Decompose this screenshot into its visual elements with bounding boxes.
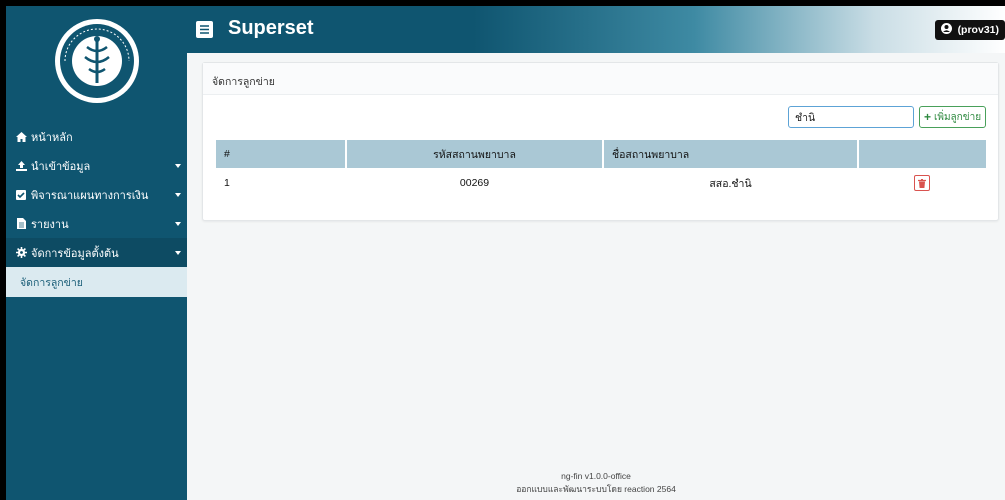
sidebar-item-label: รายงาน — [31, 218, 69, 231]
sidebar-item-finance-plan[interactable]: พิจารณาแผนทางการเงิน — [6, 180, 187, 209]
row-actions — [858, 168, 986, 198]
top-header: Superset (prov31) — [187, 6, 1005, 53]
sidebar: หน้าหลัก นำเข้าข้อมูล พิจารณาแผนทางการเง… — [6, 6, 187, 500]
card-title: จัดการลูกข่าย — [203, 63, 998, 95]
logo-area — [6, 6, 187, 116]
user-label: (prov31) — [957, 24, 999, 36]
sidebar-item-label: พิจารณาแผนทางการเงิน — [31, 189, 149, 202]
main-content: จัดการลูกข่าย + เพิ่มลูกข่าย # รหัสสถานพ… — [187, 53, 1005, 500]
search-input[interactable] — [788, 106, 914, 128]
app-title: Superset — [228, 17, 314, 39]
col-header-code: รหัสสถานพยาบาล — [346, 140, 604, 168]
trash-icon — [918, 178, 926, 188]
sidebar-item-label: จัดการข้อมูลตั้งต้น — [31, 247, 119, 260]
file-icon — [14, 218, 28, 229]
gear-icon — [14, 247, 28, 258]
home-icon — [14, 131, 28, 142]
check-square-icon — [14, 189, 28, 200]
chevron-down-icon — [169, 192, 187, 197]
delete-button[interactable] — [914, 175, 930, 191]
footer-credit: ออกแบบและพัฒนาระบบโดย reaction 2564 — [516, 484, 676, 494]
page-footer: ng-fin v1.0.0-office ออกแบบและพัฒนาระบบโ… — [187, 470, 1005, 496]
plus-icon: + — [923, 110, 931, 124]
col-header-actions — [858, 140, 986, 168]
hamburger-icon — [200, 25, 209, 34]
sidebar-nav: หน้าหลัก นำเข้าข้อมูล พิจารณาแผนทางการเง… — [6, 122, 187, 297]
clients-table: # รหัสสถานพยาบาล ชื่อสถานพยาบาล 1 00269 … — [216, 140, 986, 198]
col-header-number: # — [216, 140, 347, 168]
row-number: 1 — [224, 177, 230, 189]
chevron-down-icon — [169, 250, 187, 255]
upload-icon — [14, 160, 28, 171]
menu-toggle-button[interactable] — [196, 21, 213, 38]
manage-clients-card: จัดการลูกข่าย + เพิ่มลูกข่าย # รหัสสถานพ… — [202, 62, 999, 221]
user-circle-icon — [940, 23, 952, 37]
sidebar-item-reports[interactable]: รายงาน — [6, 209, 187, 238]
user-menu-button[interactable]: (prov31) — [934, 20, 1005, 40]
ministry-logo — [54, 19, 139, 103]
sidebar-item-import[interactable]: นำเข้าข้อมูล — [6, 151, 187, 180]
app-window: หน้าหลัก นำเข้าข้อมูล พิจารณาแผนทางการเง… — [6, 6, 1005, 500]
sidebar-item-label: หน้าหลัก — [31, 131, 73, 144]
sidebar-item-label: นำเข้าข้อมูล — [31, 160, 91, 173]
table-header-row: # รหัสสถานพยาบาล ชื่อสถานพยาบาล — [216, 140, 986, 168]
sidebar-item-home[interactable]: หน้าหลัก — [6, 122, 187, 151]
row-code: 00269 — [459, 177, 490, 189]
table-row: 1 00269 สสอ.ชำนิ — [216, 168, 986, 198]
sidebar-item-base-data[interactable]: จัดการข้อมูลตั้งต้น — [6, 238, 187, 267]
add-client-button[interactable]: + เพิ่มลูกข่าย — [919, 106, 986, 128]
footer-version: ng-fin v1.0.0-office — [561, 471, 631, 481]
add-client-label: เพิ่มลูกข่าย — [933, 111, 982, 123]
chevron-down-icon — [169, 163, 187, 168]
chevron-down-icon — [169, 221, 187, 226]
row-name: สสอ.ชำนิ — [709, 177, 752, 190]
col-header-name: ชื่อสถานพยาบาล — [603, 140, 859, 168]
sidebar-subitem-manage-clients[interactable]: จัดการลูกข่าย — [6, 267, 187, 297]
